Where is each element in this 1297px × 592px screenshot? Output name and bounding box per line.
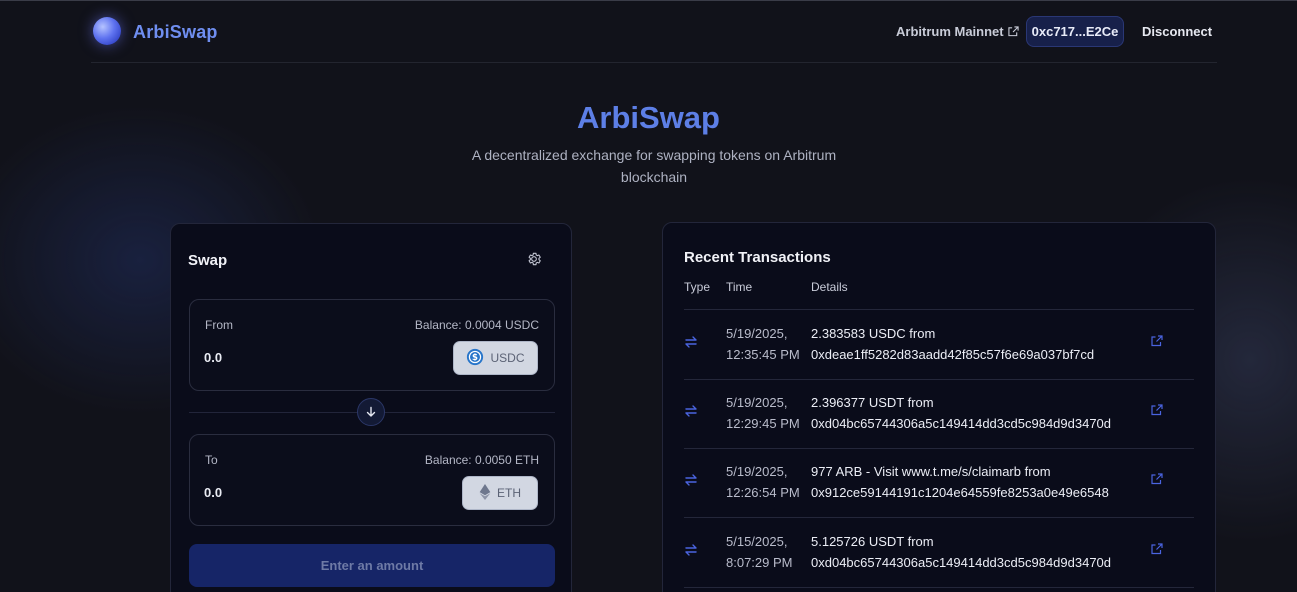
swap-arrows-icon: [684, 473, 698, 487]
to-token-select[interactable]: ETH: [462, 476, 538, 510]
to-token-symbol: ETH: [497, 486, 521, 500]
logo-icon: [93, 17, 121, 45]
usdc-icon: $: [466, 348, 484, 369]
tx-time: 5/19/2025, 12:26:54 PM: [726, 464, 800, 500]
wallet-address-button[interactable]: 0xc717...E2Ce: [1026, 16, 1124, 47]
header-divider: [91, 62, 1217, 63]
table-row: 5/19/2025, 12:29:45 PM 2.396377 USDT from…: [684, 379, 1194, 448]
from-amount-input[interactable]: [204, 350, 404, 365]
enter-amount-button[interactable]: Enter an amount: [189, 544, 555, 587]
gear-icon[interactable]: [526, 251, 542, 267]
network-label[interactable]: Arbitrum Mainnet: [896, 24, 1004, 39]
transactions-title: Recent Transactions: [684, 249, 831, 266]
page-title: ArbiSwap: [577, 100, 720, 135]
to-label: To: [205, 453, 218, 467]
column-header-time: Time: [726, 280, 753, 294]
from-label: From: [205, 318, 233, 332]
network-link[interactable]: Arbitrum Mainnet: [896, 24, 1019, 40]
external-link-icon[interactable]: [1151, 472, 1165, 486]
external-link-icon[interactable]: [1151, 542, 1165, 556]
to-balance: Balance: 0.0050 ETH: [424, 453, 539, 467]
brand-name[interactable]: ArbiSwap: [133, 22, 218, 43]
tx-details: 977 ARB - Visit www.t.me/s/claimarb from…: [811, 464, 1109, 500]
tx-details: 5.125726 USDT from 0xd04bc65744306a5c1494…: [811, 534, 1112, 570]
from-balance: Balance: 0.0004 USDC: [414, 318, 539, 332]
svg-text:$: $: [473, 353, 479, 363]
table-row: 5/19/2025, 12:35:45 PM 2.383583 USDC from…: [684, 310, 1194, 379]
column-header-details: Details: [811, 280, 848, 294]
external-link-icon: [1007, 25, 1019, 40]
column-header-type: Type: [684, 280, 711, 294]
swap-title: Swap: [188, 252, 228, 269]
header: ArbiSwap Arbitrum Mainnet 0xc717...E2Ce …: [91, 14, 1217, 50]
to-token-panel: To Balance: 0.0050 ETH ETH: [189, 434, 555, 526]
table-row: 5/15/2025, 8:07:29 PM 5.125726 USDT from 0…: [684, 518, 1194, 587]
tx-details: 2.383583 USDC from 0xdeae1ff5282d83aadd42…: [811, 326, 1095, 362]
tx-time: 5/19/2025, 12:29:45 PM: [726, 395, 800, 431]
recent-transactions-card: Recent Transactions Type Time Details 5/…: [662, 222, 1216, 592]
swap-arrows-icon: [684, 543, 698, 557]
disconnect-button[interactable]: Disconnect: [1142, 24, 1212, 39]
from-token-panel: From Balance: 0.0004 USDC $ USDC: [189, 299, 555, 391]
from-token-symbol: USDC: [490, 351, 525, 365]
tx-time: 5/15/2025, 8:07:29 PM: [726, 534, 793, 570]
to-amount-input[interactable]: [204, 485, 404, 500]
external-link-icon[interactable]: [1151, 334, 1165, 348]
from-token-select[interactable]: $ USDC: [453, 341, 538, 375]
external-link-icon[interactable]: [1151, 403, 1165, 417]
swap-arrows-icon: [684, 335, 698, 349]
swap-arrows-icon: [684, 404, 698, 418]
row-divider: [684, 587, 1194, 588]
page-subtitle: A decentralized exchange for swapping to…: [471, 147, 837, 185]
tx-time: 5/19/2025, 12:35:45 PM: [726, 326, 800, 362]
top-border: [0, 0, 1297, 1]
swap-card: Swap From Balance: 0.0004 USDC $ USDC To…: [170, 223, 572, 592]
tx-details: 2.396377 USDT from 0xd04bc65744306a5c1494…: [811, 395, 1112, 431]
arrow-down-icon[interactable]: [357, 398, 385, 426]
eth-icon: [479, 483, 491, 503]
table-row: 5/19/2025, 12:26:54 PM 977 ARB - Visit ww…: [684, 448, 1194, 517]
